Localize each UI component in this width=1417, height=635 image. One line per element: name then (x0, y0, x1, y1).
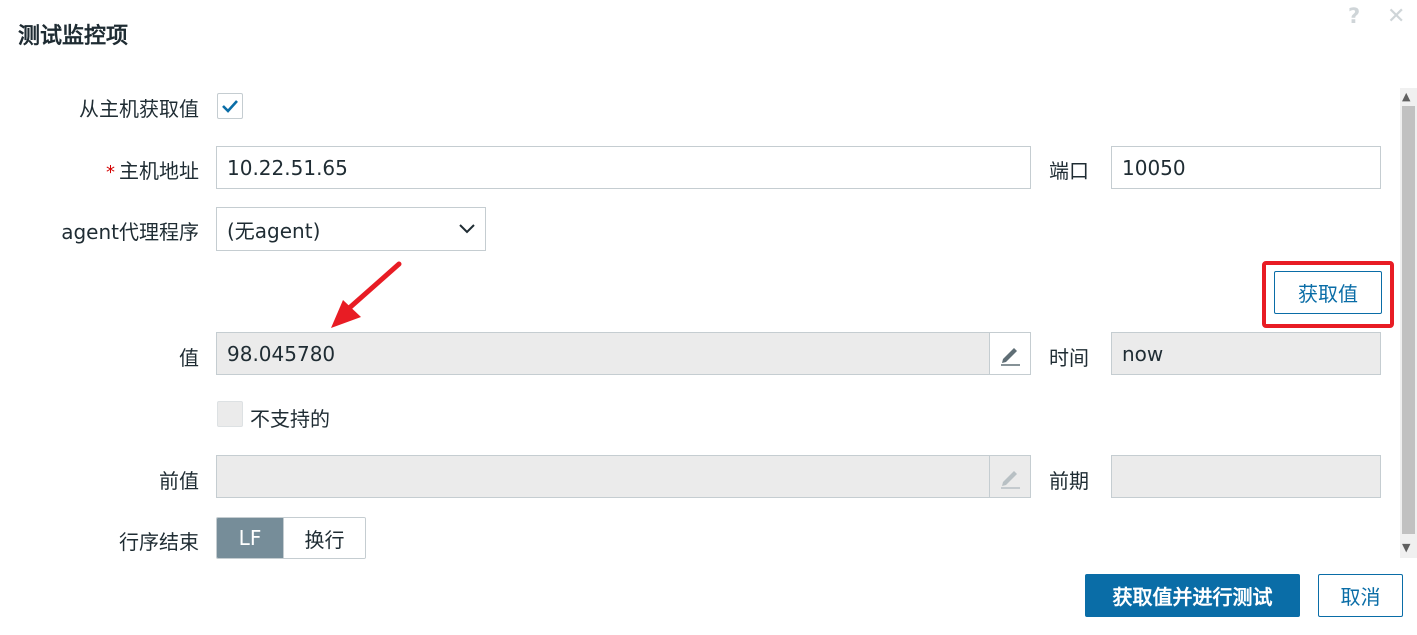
prev-value-input[interactable] (216, 455, 1031, 498)
test-button[interactable]: 获取值并进行测试 (1085, 574, 1300, 617)
eol-option-newline[interactable]: 换行 (283, 518, 365, 558)
value-text: 98.045780 (227, 341, 336, 366)
value-label: 值 (179, 346, 199, 370)
dialog-title: 测试监控项 (18, 24, 129, 49)
cancel-button[interactable]: 取消 (1318, 574, 1403, 617)
close-icon[interactable]: ✕ (1387, 4, 1405, 29)
port-input[interactable]: 10050 (1111, 146, 1381, 189)
agent-proxy-selected: (无agent) (227, 218, 321, 243)
not-supported-checkbox[interactable] (217, 401, 243, 427)
value-edit-button[interactable] (989, 333, 1030, 374)
checkmark-icon (222, 100, 238, 113)
scroll-up-icon[interactable]: ▲ (1402, 90, 1410, 103)
chevron-down-icon (459, 224, 475, 234)
eol-option-lf[interactable]: LF (217, 518, 283, 558)
help-icon[interactable]: ? (1348, 4, 1360, 28)
host-address-input[interactable]: 10.22.51.65 (216, 146, 1031, 189)
host-address-label-text: 主机地址 (119, 159, 199, 183)
time-input[interactable]: now (1111, 332, 1381, 375)
value-input[interactable]: 98.045780 (216, 332, 1031, 375)
prev-time-input[interactable] (1111, 455, 1381, 498)
host-address-value: 10.22.51.65 (227, 155, 348, 180)
eol-label: 行序结束 (119, 530, 199, 554)
get-from-host-checkbox[interactable] (217, 93, 243, 119)
not-supported-label: 不支持的 (250, 407, 330, 431)
scroll-down-icon[interactable]: ▼ (1402, 541, 1410, 554)
prev-value-label: 前值 (159, 469, 199, 493)
pencil-icon (1001, 470, 1020, 489)
time-value: now (1122, 341, 1164, 366)
required-marker: * (106, 162, 115, 183)
scrollbar-thumb[interactable] (1402, 106, 1415, 534)
prev-time-label: 前期 (1049, 469, 1089, 493)
get-from-host-label: 从主机获取值 (79, 97, 199, 121)
get-value-button[interactable]: 获取值 (1274, 271, 1382, 314)
port-label: 端口 (1049, 159, 1089, 183)
agent-proxy-label: agent代理程序 (61, 220, 199, 244)
agent-proxy-select[interactable]: (无agent) (216, 207, 486, 251)
time-label: 时间 (1049, 346, 1089, 370)
host-address-label: * 主机地址 (106, 155, 199, 184)
port-value: 10050 (1122, 155, 1186, 180)
prev-value-edit-button (989, 456, 1030, 497)
annotation-arrow-icon (331, 261, 402, 328)
pencil-icon (1001, 347, 1020, 366)
eol-segmented-control: LF 换行 (216, 517, 366, 559)
